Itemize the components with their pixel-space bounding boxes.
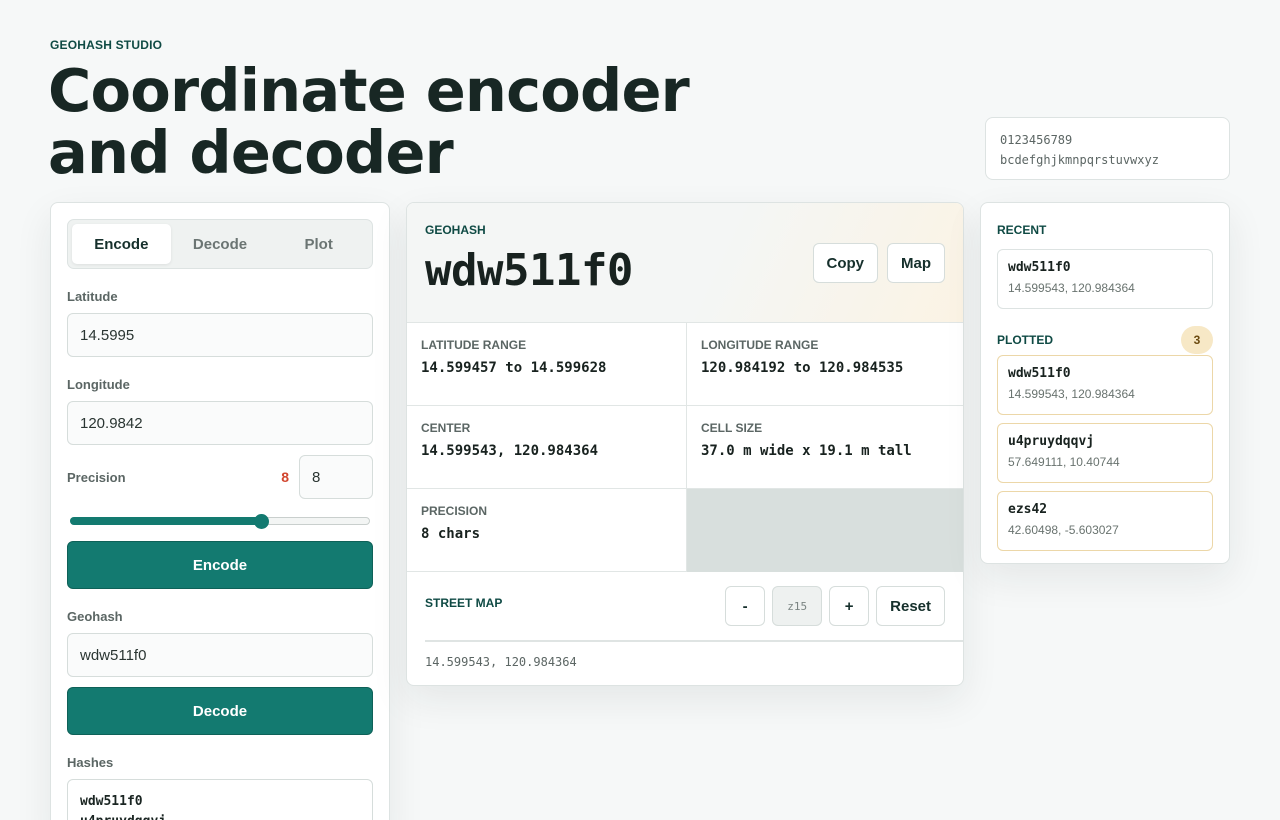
cell-size-cell: CELL SIZE 37.0 m wide x 19.1 m tall xyxy=(686,406,963,489)
plotted-item-coords: 57.649111, 10.40744 xyxy=(1008,455,1120,469)
precision-cell-value: 8 chars xyxy=(421,526,481,542)
zoom-in-button[interactable]: + xyxy=(829,586,870,626)
map-button[interactable]: Map xyxy=(887,243,945,283)
center-value: 14.599543, 120.984364 xyxy=(421,443,599,459)
precision-slider-fill xyxy=(70,517,261,525)
precision-row: Precision 8 8 xyxy=(67,455,373,499)
encode-button[interactable]: Encode xyxy=(67,541,373,589)
plotted-item[interactable]: wdw511f0 14.599543, 120.984364 xyxy=(997,355,1213,415)
page-title-line-1: Coordinate encoder xyxy=(48,56,690,125)
hashes-line: wdw511f0 xyxy=(80,794,143,809)
tab-encode[interactable]: Encode xyxy=(72,224,171,264)
plotted-item-hash: u4pruydqqvj xyxy=(1008,434,1095,449)
map-coordinates: 14.599543, 120.984364 xyxy=(425,655,577,669)
longitude-range-value: 120.984192 to 120.984535 xyxy=(701,360,904,376)
zoom-level-indicator: z15 xyxy=(772,586,823,626)
precision-cell: PRECISION 8 chars xyxy=(407,489,686,572)
latitude-range-cell: LATITUDE RANGE 14.599457 to 14.599628 xyxy=(407,323,686,406)
precision-value: 8 xyxy=(281,469,289,485)
hashes-label: Hashes xyxy=(67,755,114,770)
longitude-input[interactable]: 120.9842 xyxy=(67,401,373,445)
latitude-range-value: 14.599457 to 14.599628 xyxy=(421,360,607,376)
copy-button[interactable]: Copy xyxy=(812,243,878,283)
input-panel: Encode Decode Plot Latitude 14.5995 Long… xyxy=(50,202,390,820)
street-map-header: STREET MAP - z15 + Reset xyxy=(407,572,963,640)
mode-tabs: Encode Decode Plot xyxy=(67,219,373,269)
plotted-item-coords: 42.60498, -5.603027 xyxy=(1008,523,1119,537)
precision-slider-thumb[interactable] xyxy=(253,514,269,529)
decode-button[interactable]: Decode xyxy=(67,687,373,735)
alphabet-reference: 0123456789 bcdefghjkmnpqrstuvwxyz xyxy=(985,117,1230,180)
precision-label: Precision xyxy=(67,469,126,485)
geohash-eyebrow: GEOHASH xyxy=(425,223,486,237)
alphabet-letters: bcdefghjkmnpqrstuvwxyz xyxy=(1000,153,1159,167)
tab-decode[interactable]: Decode xyxy=(171,224,270,264)
empty-cell xyxy=(686,489,963,572)
hashes-textarea[interactable]: wdw511f0 u4pruydqqvj xyxy=(67,779,373,820)
result-panel: GEOHASH wdw511f0 Copy Map LATITUDE RANGE… xyxy=(406,202,964,686)
result-header: GEOHASH wdw511f0 Copy Map xyxy=(407,203,963,323)
precision-input[interactable]: 8 xyxy=(299,455,373,499)
geohash-label: Geohash xyxy=(67,609,123,624)
latitude-input[interactable]: 14.5995 xyxy=(67,313,373,357)
result-actions: Copy Map xyxy=(812,243,945,283)
center-label: CENTER xyxy=(421,421,471,435)
plotted-item-coords: 14.599543, 120.984364 xyxy=(1008,387,1135,401)
geohash-input[interactable]: wdw511f0 xyxy=(67,633,373,677)
brand-label: GEOHASH STUDIO xyxy=(50,38,163,52)
plotted-item[interactable]: ezs42 42.60498, -5.603027 xyxy=(997,491,1213,551)
page-title: Coordinate encoder and decoder xyxy=(48,60,748,184)
plotted-header: PLOTTED 3 xyxy=(997,326,1213,354)
cell-size-value: 37.0 m wide x 19.1 m tall xyxy=(701,443,912,459)
zoom-out-button[interactable]: - xyxy=(725,586,766,626)
center-cell: CENTER 14.599543, 120.984364 xyxy=(407,406,686,489)
precision-slider[interactable] xyxy=(70,514,370,529)
cell-size-label: CELL SIZE xyxy=(701,421,763,435)
plotted-item-hash: wdw511f0 xyxy=(1008,366,1071,381)
reset-button[interactable]: Reset xyxy=(876,586,945,626)
recent-item-hash: wdw511f0 xyxy=(1008,260,1071,275)
recent-label: RECENT xyxy=(997,223,1047,237)
plotted-item[interactable]: u4pruydqqvj 57.649111, 10.40744 xyxy=(997,423,1213,483)
plotted-count-badge: 3 xyxy=(1181,326,1213,354)
precision-cell-label: PRECISION xyxy=(421,504,488,518)
alphabet-digits: 0123456789 xyxy=(1000,133,1073,147)
plotted-label: PLOTTED xyxy=(997,333,1053,347)
recent-header: RECENT xyxy=(997,219,1213,241)
result-details: LATITUDE RANGE 14.599457 to 14.599628 LO… xyxy=(407,323,963,572)
map-controls: - z15 + Reset xyxy=(725,586,945,626)
recent-item-coords: 14.599543, 120.984364 xyxy=(1008,281,1135,295)
page-title-line-2: and decoder xyxy=(48,118,454,187)
longitude-range-label: LONGITUDE RANGE xyxy=(701,338,819,352)
plotted-item-hash: ezs42 xyxy=(1008,502,1048,517)
longitude-range-cell: LONGITUDE RANGE 120.984192 to 120.984535 xyxy=(686,323,963,406)
recent-item[interactable]: wdw511f0 14.599543, 120.984364 xyxy=(997,249,1213,309)
latitude-label: Latitude xyxy=(67,289,118,304)
hashes-line: u4pruydqqvj xyxy=(80,812,360,820)
history-panel: RECENT wdw511f0 14.599543, 120.984364 PL… xyxy=(980,202,1230,564)
longitude-label: Longitude xyxy=(67,377,130,392)
latitude-range-label: LATITUDE RANGE xyxy=(421,338,527,352)
tab-plot[interactable]: Plot xyxy=(269,224,368,264)
